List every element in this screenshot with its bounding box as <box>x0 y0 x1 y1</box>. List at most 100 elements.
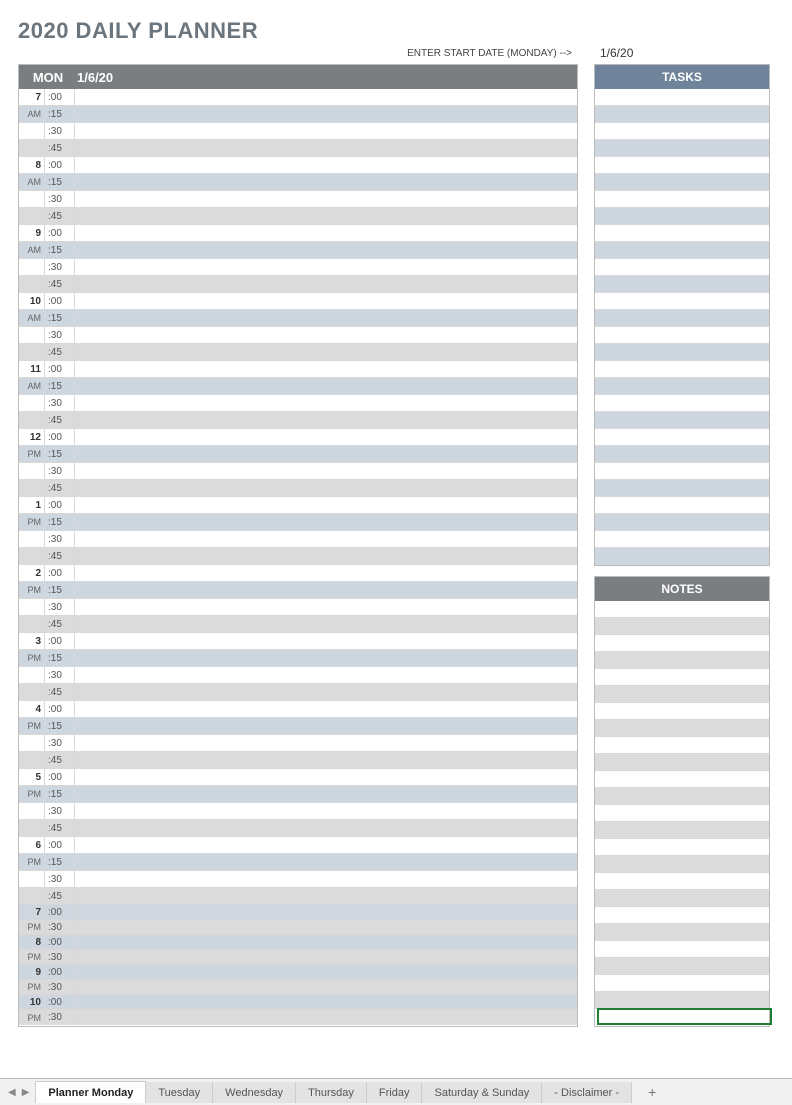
time-row[interactable]: :30 <box>19 259 577 276</box>
entry-cell[interactable] <box>75 174 577 190</box>
entry-cell[interactable] <box>75 480 577 496</box>
entry-cell[interactable] <box>75 378 577 394</box>
entry-cell[interactable] <box>75 446 577 462</box>
task-row[interactable] <box>595 446 769 463</box>
time-row[interactable]: :30 <box>19 531 577 548</box>
time-row[interactable]: :45 <box>19 752 577 769</box>
note-row[interactable] <box>595 788 769 805</box>
task-row[interactable] <box>595 344 769 361</box>
entry-cell[interactable] <box>75 123 577 139</box>
tab-nav-next-icon[interactable]: ▶ <box>22 1087 30 1098</box>
task-row[interactable] <box>595 531 769 548</box>
note-row[interactable] <box>595 1009 769 1026</box>
entry-cell[interactable] <box>75 395 577 411</box>
note-row[interactable] <box>595 822 769 839</box>
time-row[interactable]: 7:00 <box>19 905 577 920</box>
time-row[interactable]: 10:00 <box>19 995 577 1010</box>
note-row[interactable] <box>595 771 769 788</box>
entry-cell[interactable] <box>75 920 577 934</box>
entry-cell[interactable] <box>75 667 577 683</box>
sheet-tab[interactable]: Thursday <box>296 1082 367 1103</box>
entry-cell[interactable] <box>75 259 577 275</box>
entry-cell[interactable] <box>75 871 577 887</box>
note-row[interactable] <box>595 941 769 958</box>
task-row[interactable] <box>595 174 769 191</box>
task-row[interactable] <box>595 140 769 157</box>
notes-panel[interactable]: NOTES <box>594 576 770 1027</box>
time-row[interactable]: 9:00 <box>19 965 577 980</box>
entry-cell[interactable] <box>75 548 577 564</box>
time-row[interactable]: :45 <box>19 548 577 565</box>
time-row[interactable]: 11:00 <box>19 361 577 378</box>
task-row[interactable] <box>595 548 769 565</box>
note-row[interactable] <box>595 754 769 771</box>
time-row[interactable]: :45 <box>19 616 577 633</box>
note-row[interactable] <box>595 686 769 703</box>
entry-cell[interactable] <box>75 327 577 343</box>
entry-cell[interactable] <box>75 157 577 173</box>
time-row[interactable]: PM:15 <box>19 854 577 871</box>
time-row[interactable]: :45 <box>19 344 577 361</box>
task-row[interactable] <box>595 106 769 123</box>
time-row[interactable]: AM:15 <box>19 310 577 327</box>
task-row[interactable] <box>595 361 769 378</box>
entry-cell[interactable] <box>75 276 577 292</box>
time-row[interactable]: PM:30 <box>19 980 577 995</box>
task-row[interactable] <box>595 123 769 140</box>
entry-cell[interactable] <box>75 650 577 666</box>
entry-cell[interactable] <box>75 837 577 853</box>
start-date-input[interactable]: 1/6/20 <box>600 46 770 60</box>
time-row[interactable]: 2:00 <box>19 565 577 582</box>
time-row[interactable]: :30 <box>19 871 577 888</box>
time-row[interactable]: PM:30 <box>19 920 577 935</box>
time-row[interactable]: PM:15 <box>19 514 577 531</box>
schedule-grid[interactable]: MON 1/6/20 7:00AM:15:30:458:00AM:15:30:4… <box>18 64 578 1027</box>
note-row[interactable] <box>595 839 769 856</box>
note-row[interactable] <box>595 618 769 635</box>
entry-cell[interactable] <box>75 191 577 207</box>
time-row[interactable]: PM:15 <box>19 650 577 667</box>
entry-cell[interactable] <box>75 497 577 513</box>
time-row[interactable]: 10:00 <box>19 293 577 310</box>
sheet-tab[interactable]: - Disclaimer - <box>542 1082 632 1103</box>
add-sheet-button[interactable]: + <box>642 1082 662 1102</box>
entry-cell[interactable] <box>75 935 577 949</box>
note-row[interactable] <box>595 907 769 924</box>
task-row[interactable] <box>595 242 769 259</box>
time-row[interactable]: :45 <box>19 820 577 837</box>
time-row[interactable]: :30 <box>19 191 577 208</box>
entry-cell[interactable] <box>75 995 577 1009</box>
entry-cell[interactable] <box>75 242 577 258</box>
time-row[interactable]: :45 <box>19 140 577 157</box>
task-row[interactable] <box>595 497 769 514</box>
task-row[interactable] <box>595 191 769 208</box>
task-row[interactable] <box>595 378 769 395</box>
task-row[interactable] <box>595 208 769 225</box>
time-row[interactable]: AM:15 <box>19 378 577 395</box>
time-row[interactable]: AM:15 <box>19 106 577 123</box>
time-row[interactable]: :45 <box>19 480 577 497</box>
note-row[interactable] <box>595 992 769 1009</box>
note-row[interactable] <box>595 958 769 975</box>
time-row[interactable]: PM:30 <box>19 1010 577 1025</box>
entry-cell[interactable] <box>75 225 577 241</box>
task-row[interactable] <box>595 157 769 174</box>
time-row[interactable]: :45 <box>19 276 577 293</box>
time-row[interactable]: :30 <box>19 123 577 140</box>
entry-cell[interactable] <box>75 965 577 979</box>
sheet-tab[interactable]: Friday <box>367 1082 423 1103</box>
time-row[interactable]: :30 <box>19 599 577 616</box>
entry-cell[interactable] <box>75 514 577 530</box>
note-row[interactable] <box>595 890 769 907</box>
entry-cell[interactable] <box>75 344 577 360</box>
time-row[interactable]: 6:00 <box>19 837 577 854</box>
time-row[interactable]: :45 <box>19 888 577 905</box>
time-row[interactable]: 3:00 <box>19 633 577 650</box>
entry-cell[interactable] <box>75 769 577 785</box>
entry-cell[interactable] <box>75 718 577 734</box>
entry-cell[interactable] <box>75 701 577 717</box>
task-row[interactable] <box>595 225 769 242</box>
note-row[interactable] <box>595 652 769 669</box>
task-row[interactable] <box>595 514 769 531</box>
note-row[interactable] <box>595 703 769 720</box>
